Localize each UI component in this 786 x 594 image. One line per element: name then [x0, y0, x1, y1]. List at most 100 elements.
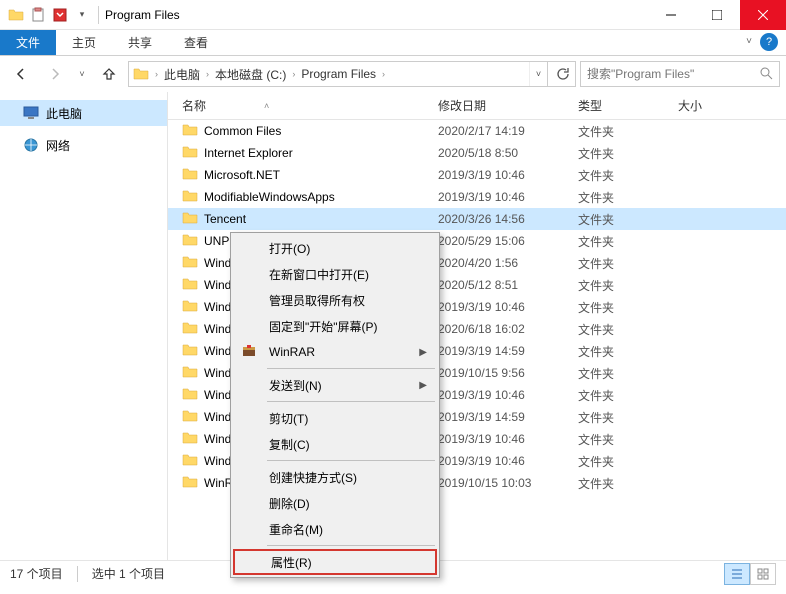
- chevron-right-icon[interactable]: ›: [290, 69, 297, 79]
- maximize-button[interactable]: [694, 0, 740, 30]
- breadcrumb-folder[interactable]: Program Files: [297, 62, 380, 86]
- folder-icon: [182, 188, 200, 206]
- search-box[interactable]: [580, 61, 780, 87]
- file-date: 2020/5/29 15:06: [438, 234, 578, 248]
- sidebar: 此电脑 网络: [0, 92, 168, 560]
- tab-file[interactable]: 文件: [0, 30, 56, 55]
- file-type: 文件夹: [578, 431, 678, 448]
- breadcrumb-drive[interactable]: 本地磁盘 (C:): [211, 62, 290, 86]
- column-size[interactable]: 大小: [678, 97, 758, 114]
- tab-home[interactable]: 主页: [56, 30, 112, 55]
- view-details-button[interactable]: [724, 563, 750, 585]
- cm-properties[interactable]: 属性(R): [233, 549, 437, 575]
- recent-dropdown[interactable]: ˅: [74, 60, 90, 88]
- column-type[interactable]: 类型: [578, 97, 678, 114]
- cm-pin-start[interactable]: 固定到"开始"屏幕(P): [233, 313, 437, 339]
- folder-icon: [182, 166, 200, 184]
- cm-open-new-window[interactable]: 在新窗口中打开(E): [233, 261, 437, 287]
- search-input[interactable]: [587, 67, 759, 81]
- paste-icon[interactable]: [28, 5, 48, 25]
- file-row[interactable]: Common Files2020/2/17 14:19文件夹: [168, 120, 786, 142]
- sidebar-item-network[interactable]: 网络: [0, 132, 167, 158]
- minimize-button[interactable]: [648, 0, 694, 30]
- file-type: 文件夹: [578, 299, 678, 316]
- file-name: Internet Explorer: [204, 146, 438, 160]
- sidebar-item-pc[interactable]: 此电脑: [0, 100, 167, 126]
- file-type: 文件夹: [578, 233, 678, 250]
- search-icon[interactable]: [759, 66, 773, 83]
- file-type: 文件夹: [578, 343, 678, 360]
- chevron-right-icon[interactable]: ›: [153, 69, 160, 79]
- ribbon-expand-icon[interactable]: ˅: [746, 36, 752, 47]
- help-icon[interactable]: ?: [760, 33, 778, 51]
- cm-send-to[interactable]: 发送到(N) ▶: [233, 372, 437, 398]
- column-name[interactable]: 名称˄: [182, 97, 438, 114]
- ribbon-tabs: 文件 主页 共享 查看 ˅ ?: [0, 30, 786, 56]
- cm-winrar[interactable]: WinRAR ▶: [233, 339, 437, 365]
- tab-share[interactable]: 共享: [112, 30, 168, 55]
- file-row[interactable]: Microsoft.NET2019/3/19 10:46文件夹: [168, 164, 786, 186]
- sidebar-item-label: 此电脑: [46, 105, 82, 122]
- file-type: 文件夹: [578, 123, 678, 140]
- column-date[interactable]: 修改日期: [438, 97, 578, 114]
- cm-copy[interactable]: 复制(C): [233, 431, 437, 457]
- file-name: Microsoft.NET: [204, 168, 438, 182]
- file-type: 文件夹: [578, 453, 678, 470]
- folder-icon: [129, 66, 153, 82]
- menu-separator: [267, 401, 435, 402]
- folder-icon: [182, 386, 200, 404]
- cm-rename[interactable]: 重命名(M): [233, 516, 437, 542]
- refresh-icon[interactable]: [547, 62, 575, 86]
- file-row[interactable]: Tencent2020/3/26 14:56文件夹: [168, 208, 786, 230]
- file-date: 2020/4/20 1:56: [438, 256, 578, 270]
- folder-icon: [182, 320, 200, 338]
- chevron-right-icon[interactable]: ›: [380, 69, 387, 79]
- chevron-right-icon[interactable]: ›: [204, 69, 211, 79]
- address-dropdown-icon[interactable]: ˅: [529, 62, 547, 86]
- cm-open[interactable]: 打开(O): [233, 235, 437, 261]
- address-box[interactable]: › 此电脑 › 本地磁盘 (C:) › Program Files › ˅: [128, 61, 576, 87]
- file-type: 文件夹: [578, 189, 678, 206]
- file-row[interactable]: Internet Explorer2020/5/18 8:50文件夹: [168, 142, 786, 164]
- file-date: 2020/6/18 16:02: [438, 322, 578, 336]
- folder-icon: [182, 254, 200, 272]
- file-date: 2019/3/19 10:46: [438, 388, 578, 402]
- cm-take-ownership[interactable]: 管理员取得所有权: [233, 287, 437, 313]
- file-name: Tencent: [204, 212, 438, 226]
- sort-indicator-icon: ˄: [264, 101, 269, 111]
- chevron-right-icon: ▶: [419, 380, 427, 391]
- close-button[interactable]: [740, 0, 786, 30]
- file-type: 文件夹: [578, 321, 678, 338]
- file-date: 2019/3/19 10:46: [438, 190, 578, 204]
- addressbar: ˅ › 此电脑 › 本地磁盘 (C:) › Program Files › ˅: [0, 56, 786, 92]
- titlebar-separator: [98, 6, 99, 24]
- file-type: 文件夹: [578, 475, 678, 492]
- tab-view[interactable]: 查看: [168, 30, 224, 55]
- file-date: 2019/3/19 14:59: [438, 344, 578, 358]
- cm-delete[interactable]: 删除(D): [233, 490, 437, 516]
- folder-icon: [182, 144, 200, 162]
- cm-create-shortcut[interactable]: 创建快捷方式(S): [233, 464, 437, 490]
- file-type: 文件夹: [578, 409, 678, 426]
- folder-icon: [182, 430, 200, 448]
- context-menu: 打开(O) 在新窗口中打开(E) 管理员取得所有权 固定到"开始"屏幕(P) W…: [230, 232, 440, 578]
- back-button[interactable]: [6, 60, 36, 88]
- folder-icon: [182, 342, 200, 360]
- file-type: 文件夹: [578, 277, 678, 294]
- breadcrumb-pc[interactable]: 此电脑: [160, 62, 204, 86]
- file-row[interactable]: ModifiableWindowsApps2019/3/19 10:46文件夹: [168, 186, 786, 208]
- menu-separator: [267, 545, 435, 546]
- network-icon: [22, 136, 40, 154]
- qat-dropdown-icon[interactable]: ▾: [72, 5, 92, 25]
- status-separator: [77, 566, 78, 582]
- file-name: ModifiableWindowsApps: [204, 190, 438, 204]
- view-large-button[interactable]: [750, 563, 776, 585]
- up-button[interactable]: [94, 60, 124, 88]
- properties-icon[interactable]: [50, 5, 70, 25]
- file-date: 2019/10/15 9:56: [438, 366, 578, 380]
- folder-icon: [182, 210, 200, 228]
- folder-icon: [182, 122, 200, 140]
- forward-button[interactable]: [40, 60, 70, 88]
- folder-icon: [182, 298, 200, 316]
- cm-cut[interactable]: 剪切(T): [233, 405, 437, 431]
